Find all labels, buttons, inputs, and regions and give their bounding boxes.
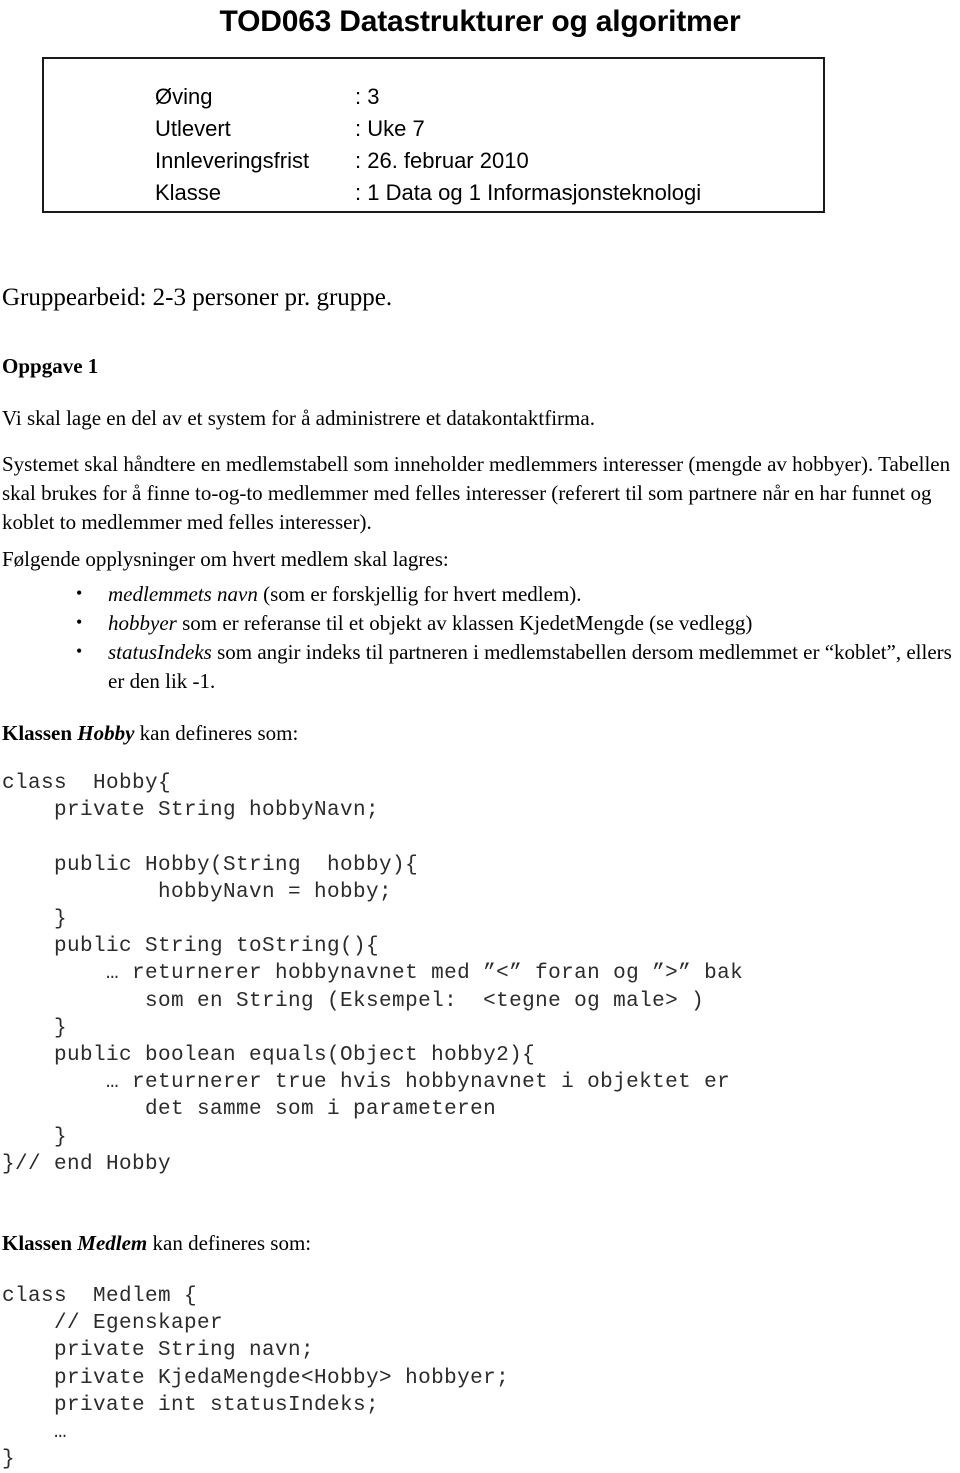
list-item: statusIndeks som angir indeks til partne… xyxy=(76,637,960,696)
code-block-medlem: class Medlem { // Egenskaper private Str… xyxy=(2,1285,510,1472)
info-label-oving: Øving xyxy=(155,84,213,109)
table-row: Øving : 3 xyxy=(155,81,701,113)
medlem-class-name: Medlem xyxy=(77,1231,148,1255)
field-term-statusindeks: statusIndeks xyxy=(108,640,212,664)
paragraph-member-fields-intro: Følgende opplysninger om hvert medlem sk… xyxy=(2,547,449,571)
code-block-hobby: class Hobby{ private String hobbyNavn; p… xyxy=(2,772,744,1176)
field-desc-statusindeks: som angir indeks til partneren i medlems… xyxy=(108,640,952,693)
member-fields-list: medlemmets navn (som er forskjellig for … xyxy=(0,579,960,696)
info-value-innleveringsfrist: : 26. februar 2010 xyxy=(355,148,529,173)
info-label-utlevert: Utlevert xyxy=(155,116,231,141)
field-term-navn: medlemmets navn xyxy=(108,582,258,606)
hobby-class-name: Hobby xyxy=(77,721,135,745)
list-item: hobbyer som er referanse til et objekt a… xyxy=(76,608,960,638)
medlem-class-intro: Klassen Medlem kan defineres som: xyxy=(2,1230,311,1257)
hobby-intro-suffix: kan defineres som: xyxy=(134,721,299,745)
info-value-klasse: : 1 Data og 1 Informasjonsteknologi xyxy=(355,180,702,205)
table-row: Utlevert : Uke 7 xyxy=(155,113,701,145)
paragraph-system-description: Systemet skal håndtere en medlemstabell … xyxy=(2,452,951,534)
info-value-oving: : 3 xyxy=(355,84,380,109)
page-title: TOD063 Datastrukturer og algoritmer xyxy=(219,5,741,38)
medlem-intro-prefix: Klassen xyxy=(2,1231,78,1255)
info-value-utlevert: : Uke 7 xyxy=(355,116,425,141)
list-item: medlemmets navn (som er forskjellig for … xyxy=(76,579,960,609)
info-label-innleveringsfrist: Innleveringsfrist xyxy=(155,148,310,173)
table-row: Klasse : 1 Data og 1 Informasjonsteknolo… xyxy=(155,177,701,209)
hobby-class-intro: Klassen Hobby kan defineres som: xyxy=(2,720,298,747)
field-desc-navn: (som er forskjellig for hvert medlem). xyxy=(257,582,582,606)
group-work-note: Gruppearbeid: 2-3 personer pr. gruppe. xyxy=(2,284,393,311)
medlem-intro-suffix: kan defineres som: xyxy=(147,1231,312,1255)
hobby-intro-prefix: Klassen xyxy=(2,721,78,745)
document-page: TOD063 Datastrukturer og algoritmer Øvin… xyxy=(0,0,960,1471)
assignment-info-box: Øving : 3 Utlevert : Uke 7 Innleveringsf… xyxy=(42,57,825,213)
field-desc-hobbyer: som er referanse til et objekt av klasse… xyxy=(176,611,753,635)
table-row: Innleveringsfrist : 26. februar 2010 xyxy=(155,145,701,177)
paragraph-intro: Vi skal lage en del av et system for å a… xyxy=(2,406,595,430)
assignment-info-table: Øving : 3 Utlevert : Uke 7 Innleveringsf… xyxy=(155,81,701,209)
field-term-hobbyer: hobbyer xyxy=(108,611,177,635)
section-heading-oppgave-1: Oppgave 1 xyxy=(2,354,99,378)
info-label-klasse: Klasse xyxy=(155,180,222,205)
